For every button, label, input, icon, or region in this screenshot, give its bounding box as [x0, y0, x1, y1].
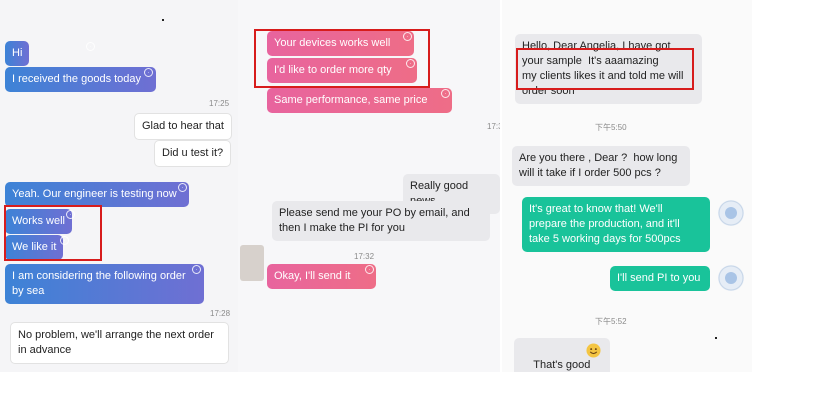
timestamp: 17:25 [209, 99, 230, 108]
timestamp: 17:28 [210, 309, 231, 318]
message-bubble: It's great to know that! We'll prepare t… [522, 197, 710, 252]
right-chat-panel: Hello, Dear Angelia, I have got your sam… [502, 0, 752, 372]
message-bubble: I am considering the following order by … [5, 264, 204, 304]
read-receipt-icon: · [178, 183, 187, 192]
highlight-box [254, 29, 430, 88]
message-bubble: I'll send PI to you [610, 266, 710, 291]
message-bubble: Please send me your PO by email, and the… [272, 201, 490, 241]
timestamp: 下午5:52 [595, 317, 627, 326]
message-bubble: Are you there , Dear ? how long will it … [512, 146, 690, 186]
left-chat-panel: Hi · I received the goods today · 17:25 … [0, 0, 238, 372]
read-receipt-icon [718, 265, 744, 291]
dot [715, 337, 717, 339]
message-bubble: Hi [5, 41, 30, 66]
message-bubble: I received the goods today [5, 67, 156, 92]
timestamp: 17:32 [354, 252, 375, 261]
grinning-emoji-icon [586, 343, 601, 358]
read-receipt-icon: · [441, 89, 450, 98]
timestamp: 下午5:50 [595, 123, 627, 132]
read-receipt-icon: · [365, 265, 374, 274]
message-bubble: Okay, I'll send it [267, 264, 376, 289]
message-text: That's good [533, 359, 591, 371]
read-receipt-icon: · [144, 68, 153, 77]
message-bubble: Same performance, same price [267, 88, 452, 113]
read-receipt-icon [718, 200, 744, 226]
message-bubble: That's good [514, 338, 610, 372]
photo-thumbnail [240, 245, 264, 281]
read-receipt-icon: · [86, 42, 95, 51]
message-bubble: Did u test it? [154, 140, 232, 167]
highlight-box [4, 205, 102, 261]
message-bubble: Yeah. Our engineer is testing now [5, 182, 189, 207]
read-receipt-icon: · [192, 265, 201, 274]
highlight-box [516, 48, 694, 90]
timestamp: 17:3 [487, 122, 500, 131]
dot [162, 19, 164, 21]
middle-chat-panel: Your devices works well · I'd like to or… [238, 0, 500, 372]
message-bubble: Glad to hear that [134, 113, 232, 140]
message-bubble: No problem, we'll arrange the next order… [10, 322, 229, 364]
